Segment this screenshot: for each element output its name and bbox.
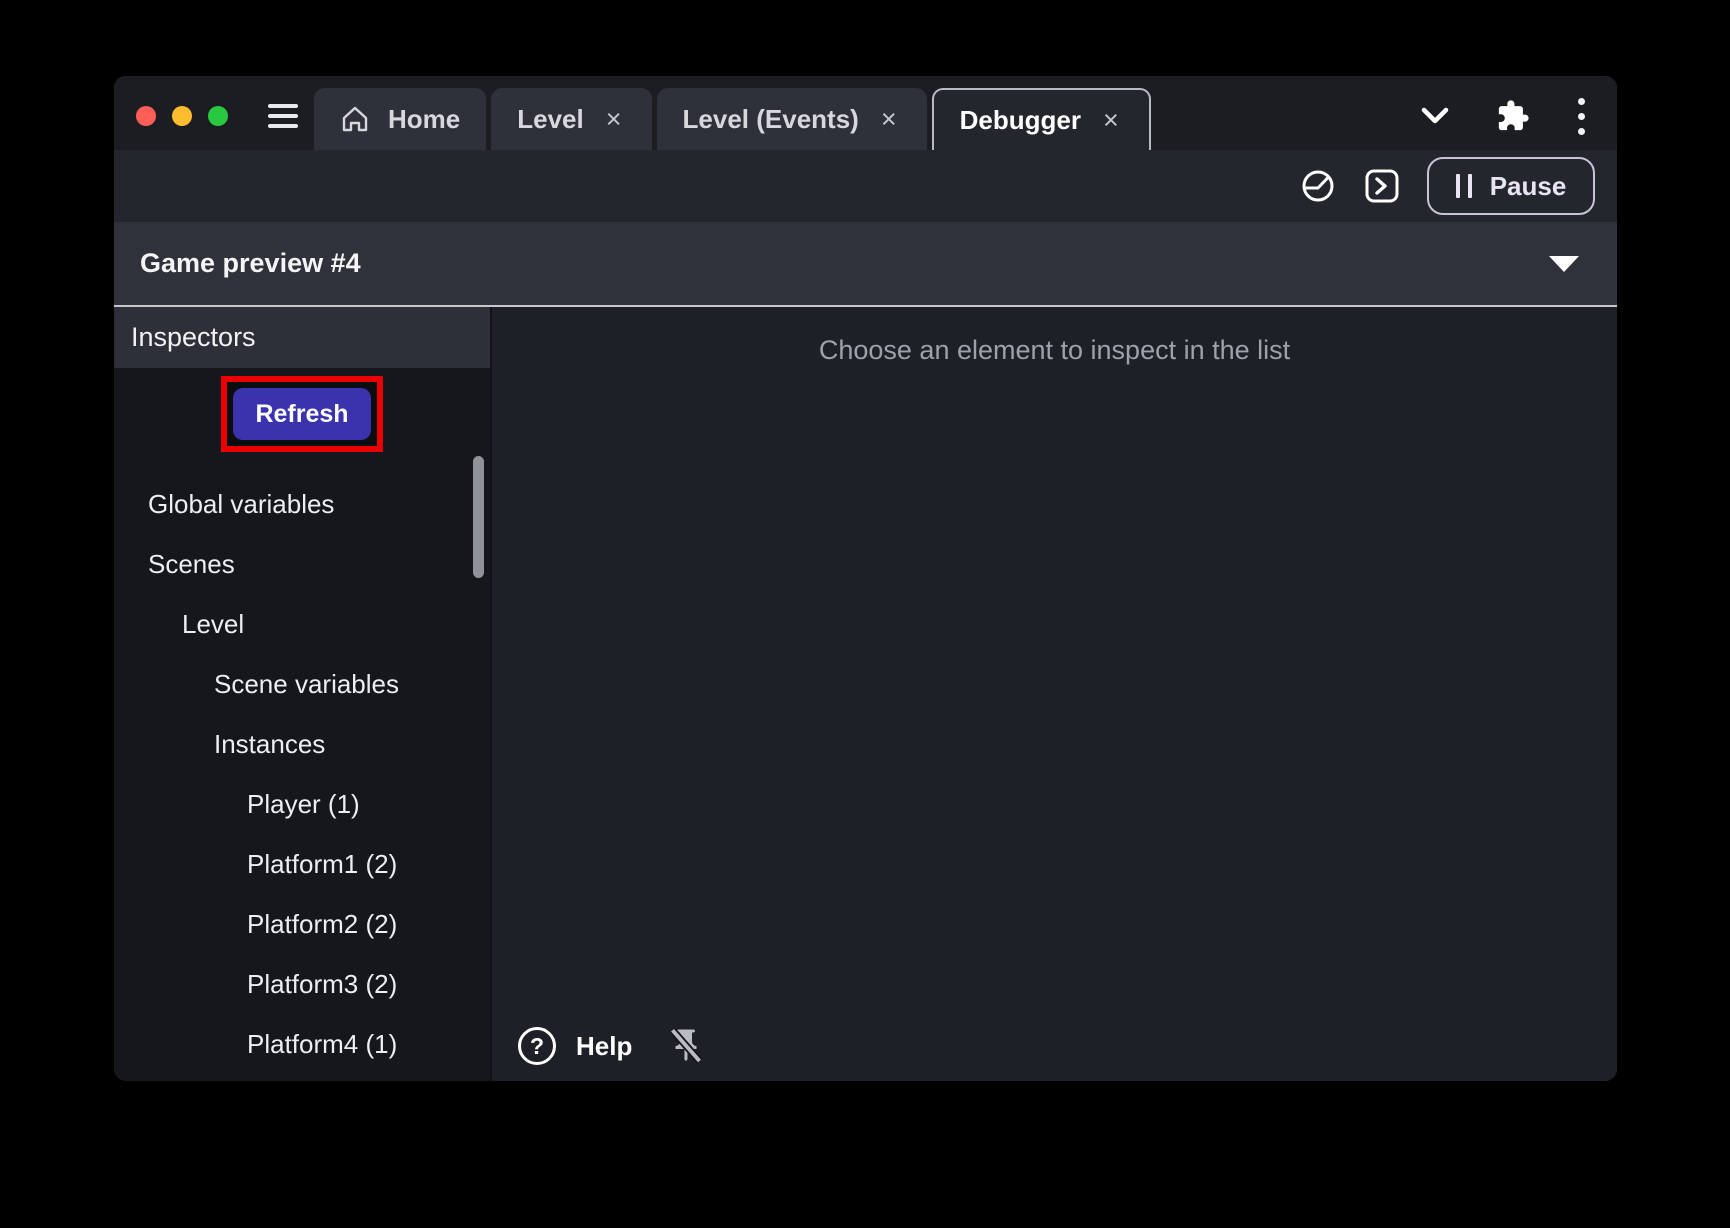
tree-item-platform4-1[interactable]: Platform4 (1) <box>114 1014 490 1074</box>
tree-item-scenes[interactable]: Scenes <box>114 534 490 594</box>
tab-label: Debugger <box>959 104 1081 135</box>
tree-item-player-1[interactable]: Player (1) <box>114 774 490 834</box>
tab-level-events[interactable]: Level (Events) × <box>656 88 927 150</box>
tree-item-level[interactable]: Level <box>114 594 490 654</box>
empty-state-message: Choose an element to inspect in the list <box>818 335 1291 365</box>
tab-debugger[interactable]: Debugger × <box>931 88 1151 150</box>
tree-item-platform2-2[interactable]: Platform2 (2) <box>114 894 490 954</box>
editor-tabs: Home Level × Level (Events) × Debugger × <box>314 88 1151 150</box>
tab-bar: Home Level × Level (Events) × Debugger × <box>114 76 1617 150</box>
inspectors-header: Inspectors <box>114 307 490 368</box>
more-options-kebab-icon[interactable] <box>1576 96 1587 137</box>
extensions-puzzle-icon[interactable] <box>1496 99 1530 133</box>
content-area: Inspectors Refresh Global variables Scene… <box>114 307 1617 1081</box>
tree-item-scene-variables[interactable]: Scene variables <box>114 654 490 714</box>
sidebar-scrollbar[interactable] <box>473 456 484 578</box>
zoom-window-button[interactable] <box>208 106 228 126</box>
tree-item-instances[interactable]: Instances <box>114 714 490 774</box>
pause-label: Pause <box>1489 170 1567 201</box>
tree-item-platform1-2[interactable]: Platform1 (2) <box>114 834 490 894</box>
help-link[interactable]: Help <box>576 1031 632 1062</box>
inspector-detail-panel: Choose an element to inspect in the list… <box>492 307 1617 1081</box>
unpin-icon[interactable] <box>668 1025 704 1067</box>
refresh-button[interactable]: Refresh <box>233 388 371 440</box>
minimize-window-button[interactable] <box>172 106 192 126</box>
inspector-tree: Global variables Scenes Level Scene variabl… <box>114 474 490 1074</box>
home-icon <box>342 106 368 132</box>
inspectors-sidebar: Inspectors Refresh Global variables Scene… <box>114 307 492 1081</box>
help-question-icon[interactable]: ? <box>518 1027 556 1065</box>
annotation-highlight-box: Refresh <box>221 376 383 452</box>
tree-item-platform3-2[interactable]: Platform3 (2) <box>114 954 490 1014</box>
tab-label: Home <box>388 103 461 134</box>
tab-label: Level <box>517 103 584 134</box>
caret-down-icon <box>1549 255 1579 272</box>
preview-selector-label: Game preview #4 <box>140 248 361 278</box>
tab-bar-actions <box>1420 96 1587 137</box>
pause-icon <box>1455 174 1472 198</box>
desktop-background: Home Level × Level (Events) × Debugger × <box>0 0 1730 1228</box>
tab-label: Level (Events) <box>682 103 859 134</box>
app-window: Home Level × Level (Events) × Debugger × <box>114 76 1617 1081</box>
close-tab-icon[interactable]: × <box>602 104 626 135</box>
tree-item-global-variables[interactable]: Global variables <box>114 474 490 534</box>
console-icon[interactable] <box>1363 167 1401 205</box>
close-tab-icon[interactable]: × <box>1099 105 1123 136</box>
tab-home[interactable]: Home <box>314 88 487 150</box>
main-menu-icon[interactable] <box>268 104 298 128</box>
close-window-button[interactable] <box>136 106 156 126</box>
window-controls <box>136 106 228 126</box>
debugger-toolbar: Pause <box>114 150 1617 222</box>
inspectors-body: Refresh Global variables Scenes Level Scene… <box>114 368 490 1081</box>
chevron-down-icon[interactable] <box>1420 106 1450 126</box>
pause-button[interactable]: Pause <box>1427 157 1595 215</box>
preview-selector-dropdown[interactable]: Game preview #4 <box>114 222 1617 307</box>
close-tab-icon[interactable]: × <box>877 104 901 135</box>
bottom-bar: ? Help <box>518 1025 704 1067</box>
profiler-gauge-icon[interactable] <box>1299 167 1337 205</box>
tab-level[interactable]: Level × <box>491 88 652 150</box>
